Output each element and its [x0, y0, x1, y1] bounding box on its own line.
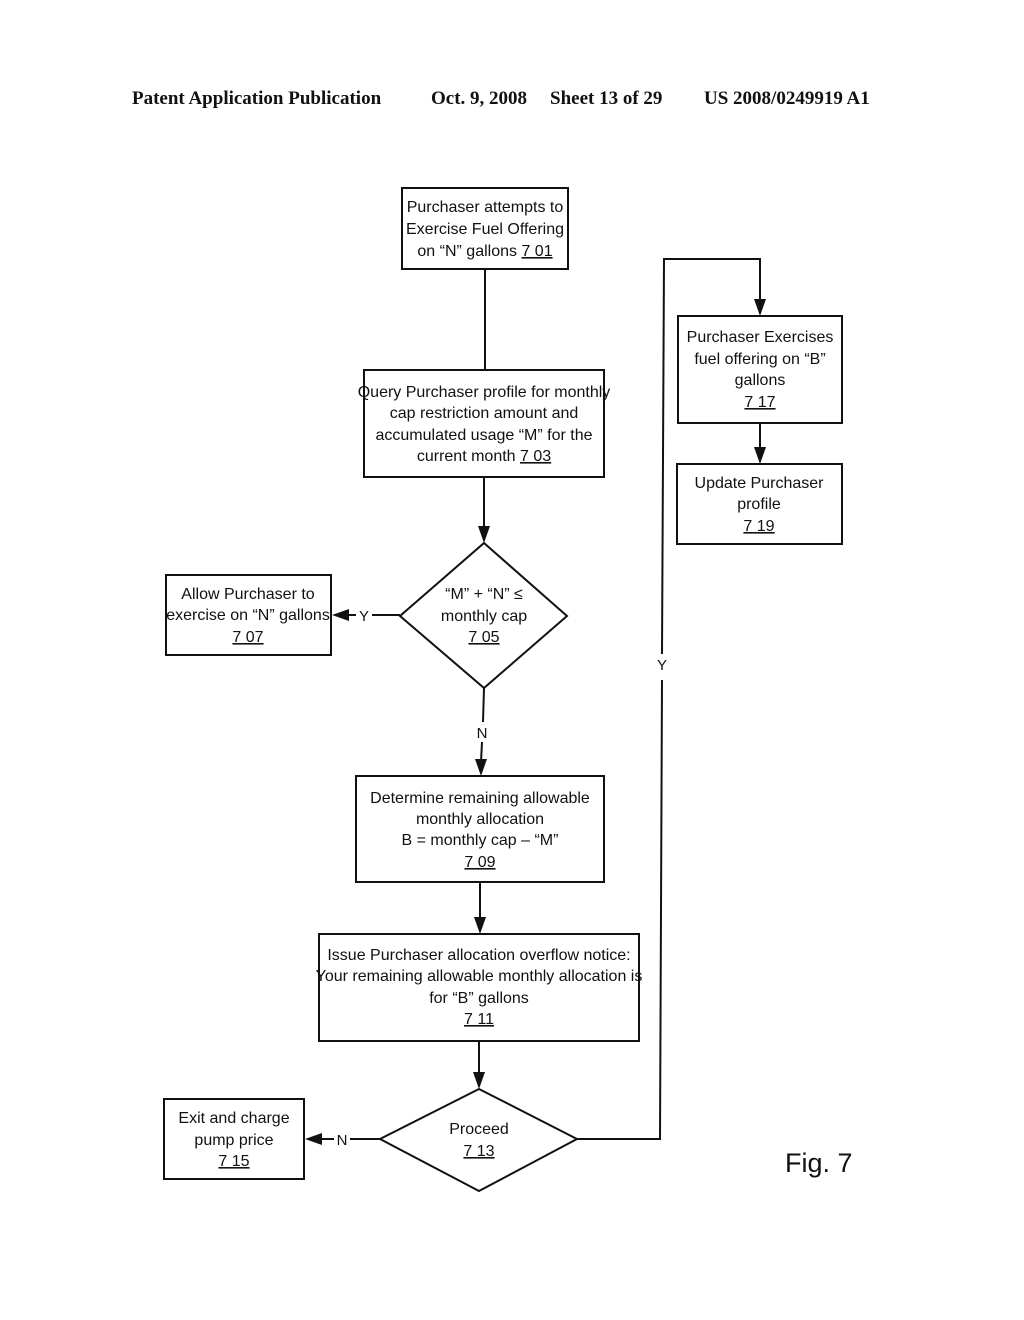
- edge-label-y-707: Y: [359, 608, 369, 625]
- node-705-line-1: “M” + “N” ≤: [445, 586, 523, 603]
- edge-705-709-a: [482, 687, 485, 723]
- arrowhead-709: [475, 759, 487, 776]
- edge-label-n-709: N: [477, 725, 488, 742]
- node-711-line-3: for “B” gallons: [429, 990, 529, 1007]
- node-703-line-3: accumulated usage “M” for the: [376, 427, 593, 444]
- node-717-line-2: fuel offering on “B”: [694, 351, 825, 368]
- node-719-line-1: Update Purchaser: [695, 475, 825, 492]
- node-703-line-2: cap restriction amount and: [390, 405, 579, 422]
- node-711-line-1: Issue Purchaser allocation overflow noti…: [327, 947, 630, 964]
- arrowhead-705: [478, 526, 490, 543]
- node-703-line-4: current month 7 03: [417, 448, 551, 465]
- flowchart: Y N N Y Purchaser attempts to Exercise F…: [163, 187, 853, 1193]
- node-715-line-2: pump price: [194, 1132, 273, 1149]
- node-707: Allow Purchaser to exercise on “N” gallo…: [165, 574, 332, 656]
- node-709-ref: 7 09: [464, 854, 495, 871]
- node-715-ref: 7 15: [218, 1153, 249, 1170]
- node-713-diamond: [377, 1087, 580, 1193]
- node-705: “M” + “N” ≤ monthly cap 7 05: [398, 541, 569, 690]
- edge-label-y-717: Y: [657, 657, 667, 674]
- edge-713-717-a: [577, 679, 663, 1140]
- arrowhead-711: [474, 917, 486, 934]
- node-709-line-1: Determine remaining allowable: [370, 790, 590, 807]
- node-703-ref: 7 03: [520, 448, 551, 465]
- edge-label-n-715: N: [337, 1132, 348, 1149]
- node-701-line-3-text: on “N” gallons: [417, 243, 517, 260]
- arrowhead-717: [754, 299, 766, 316]
- node-719-ref: 7 19: [743, 518, 774, 535]
- figure-label: Fig. 7: [785, 1148, 853, 1178]
- node-701-line-2: Exercise Fuel Offering: [406, 221, 564, 238]
- node-719-line-2: profile: [737, 496, 781, 513]
- node-715-line-1: Exit and charge: [178, 1110, 289, 1127]
- node-717-line-3: gallons: [735, 372, 786, 389]
- node-703: Query Purchaser profile for monthly cap …: [358, 369, 611, 478]
- arrowhead-719: [754, 447, 766, 464]
- node-707-line-1: Allow Purchaser to: [181, 586, 314, 603]
- node-713-ref: 7 13: [463, 1143, 494, 1160]
- node-701-ref: 7 01: [521, 243, 552, 260]
- node-713: Proceed 7 13: [377, 1087, 580, 1193]
- node-717-ref: 7 17: [744, 394, 775, 411]
- node-701: Purchaser attempts to Exercise Fuel Offe…: [401, 187, 569, 270]
- node-703-line-4-text: current month: [417, 448, 516, 465]
- arrowhead-707: [332, 609, 349, 621]
- node-709-line-2: monthly allocation: [416, 811, 544, 828]
- node-701-line-3: on “N” gallons 7 01: [417, 243, 552, 260]
- node-701-line-1: Purchaser attempts to: [407, 199, 564, 216]
- node-719: Update Purchaser profile 7 19: [676, 463, 843, 545]
- node-709: Determine remaining allowable monthly al…: [355, 775, 605, 883]
- node-717: Purchaser Exercises fuel offering on “B”…: [677, 315, 843, 424]
- node-707-line-2: exercise on “N” gallons: [166, 607, 330, 624]
- node-711-line-2: Your remaining allowable monthly allocat…: [316, 968, 643, 985]
- node-717-line-1: Purchaser Exercises: [687, 329, 834, 346]
- node-711-ref: 7 11: [464, 1011, 494, 1028]
- node-707-ref: 7 07: [232, 629, 263, 646]
- node-703-line-1: Query Purchaser profile for monthly: [358, 384, 611, 401]
- arrowhead-713: [473, 1072, 485, 1089]
- arrowhead-715: [305, 1133, 322, 1145]
- node-715: Exit and charge pump price 7 15: [163, 1098, 305, 1180]
- node-705-ref: 7 05: [468, 629, 499, 646]
- node-711: Issue Purchaser allocation overflow noti…: [316, 933, 643, 1042]
- node-713-line-1: Proceed: [449, 1121, 509, 1138]
- node-705-line-2: monthly cap: [441, 608, 527, 625]
- node-709-line-3: B = monthly cap – “M”: [402, 832, 559, 849]
